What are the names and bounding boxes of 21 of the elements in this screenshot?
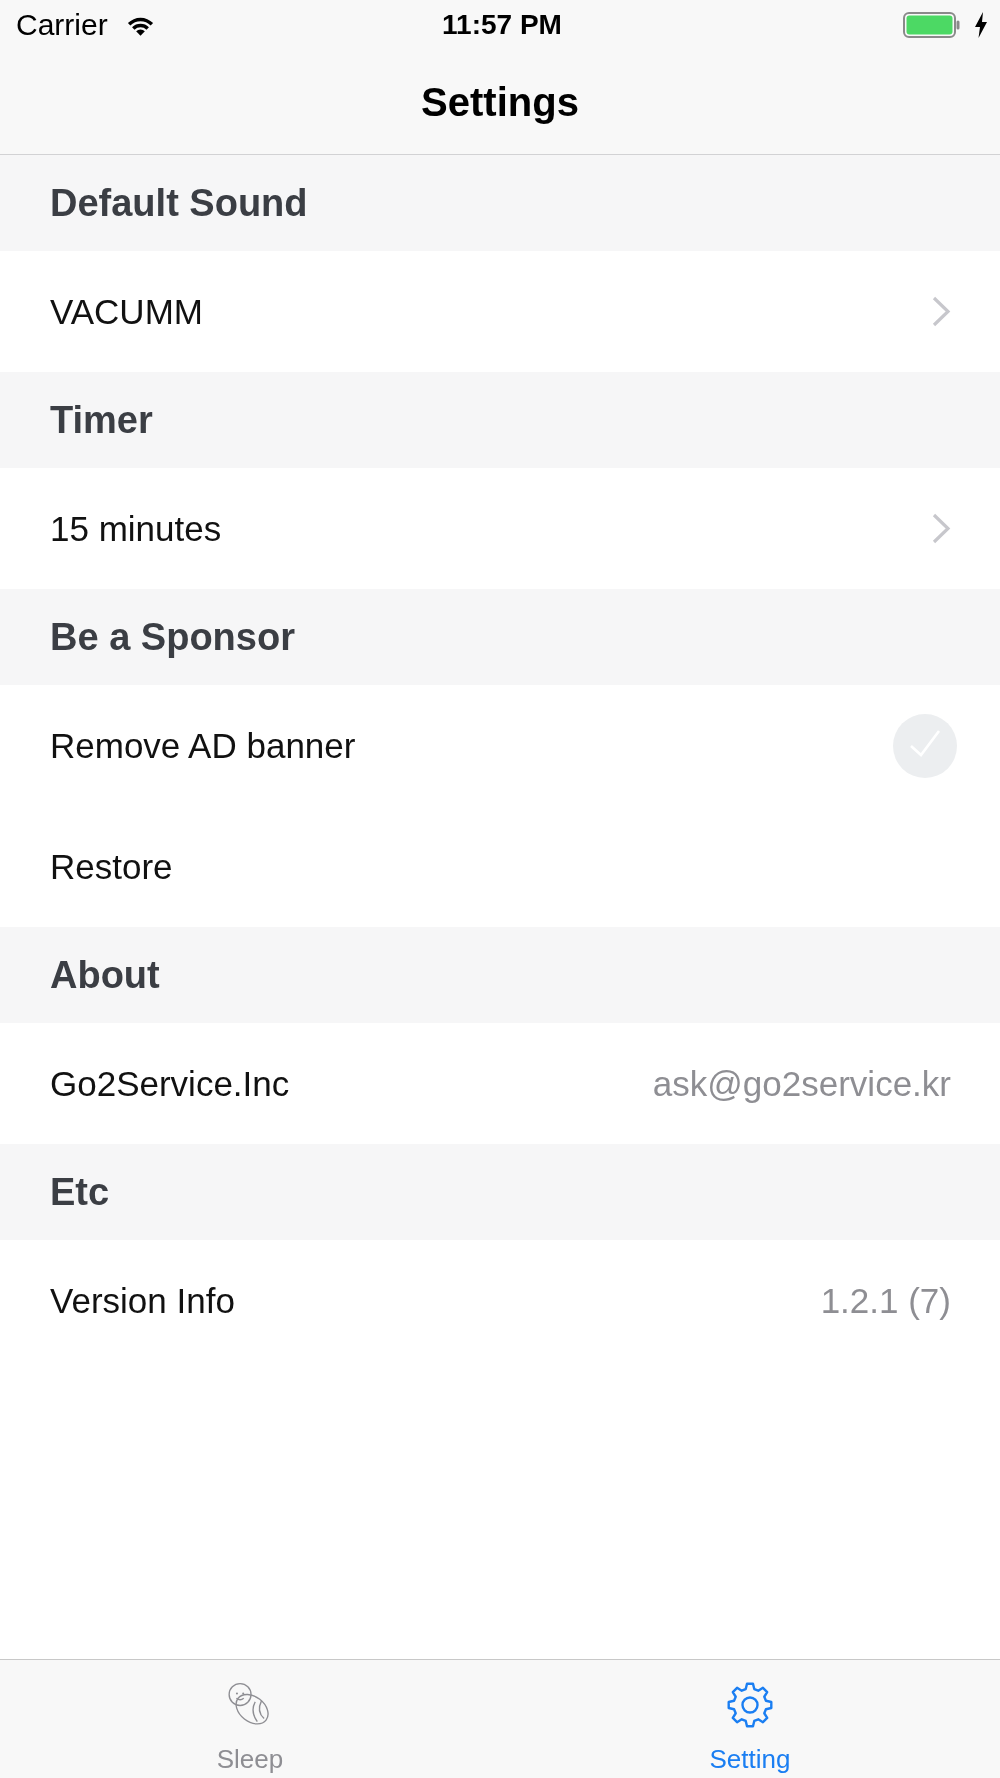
- setting-label[interactable]: Go2Service.Inc: [50, 1063, 290, 1104]
- settings-icon: [726, 1681, 774, 1729]
- section-header: Default Sound: [0, 155, 1000, 251]
- chevron-right-icon: [932, 513, 951, 544]
- section-header: Etc: [0, 1144, 1000, 1240]
- setting-label[interactable]: Restore: [50, 846, 173, 887]
- clock-time: 11:57 PM: [442, 8, 562, 42]
- section-header: Be a Sponsor: [0, 589, 1000, 685]
- section-header: About: [0, 927, 1000, 1023]
- detail-value: ask@go2service.kr: [652, 1063, 951, 1104]
- carrier-name: Carrier: [16, 8, 108, 42]
- setting-label[interactable]: 15 minutes: [50, 508, 222, 549]
- setting-label[interactable]: Remove AD banner: [50, 725, 356, 766]
- chevron-right-icon: [932, 296, 951, 327]
- setting-label[interactable]: VACUMM: [50, 291, 203, 332]
- section-header: Timer: [0, 372, 1000, 468]
- detail-value: 1.2.1 (7): [820, 1280, 951, 1321]
- tab[interactable]: Setting: [500, 1660, 1000, 1778]
- battery-icon: [903, 12, 960, 38]
- setting-label[interactable]: Version Info: [50, 1280, 235, 1321]
- screen-title: Settings: [421, 79, 579, 125]
